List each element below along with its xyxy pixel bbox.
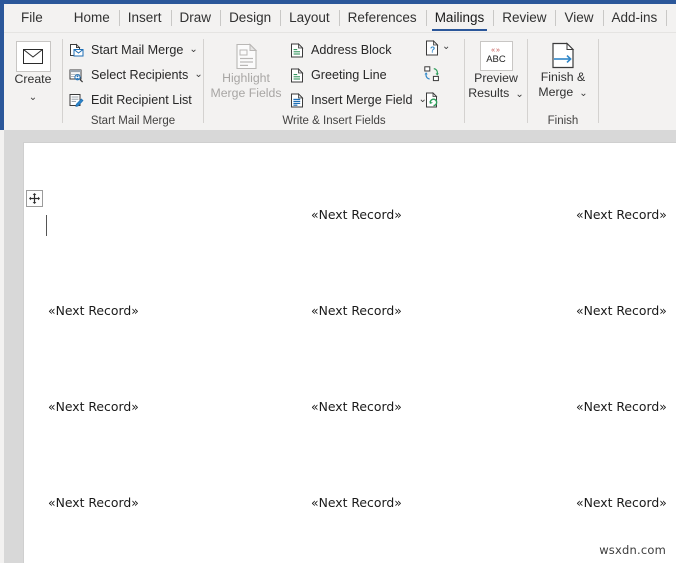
ribbon-tab-label: Insert	[127, 10, 162, 25]
merge-field-next-record[interactable]: «Next Record»	[48, 399, 139, 415]
ribbon-group-finish: Finish & Merge ⌄ Finish	[528, 33, 598, 130]
select-recipients-label: Select Recipients	[91, 68, 189, 82]
ribbon-tab-label: Draw	[179, 10, 212, 25]
ribbon-tab-file[interactable]: File	[12, 5, 52, 31]
ribbon-group-start-mail-merge: Start Mail Merge ⌄ Select Recipients ⌄ E…	[63, 33, 203, 130]
match-fields-icon[interactable]	[423, 65, 441, 83]
merge-field-next-record[interactable]: «Next Record»	[311, 495, 402, 511]
highlight-merge-fields-label-2: Merge Fields	[210, 86, 282, 100]
ribbon-tab-help[interactable]: Help	[666, 5, 676, 31]
finish-and-merge-label-2-text: Merge	[538, 85, 574, 99]
text-cursor	[46, 215, 47, 236]
ribbon-tab-home[interactable]: Home	[65, 5, 119, 31]
create-button-label: Create	[14, 72, 52, 86]
ribbon-tab-label: Review	[502, 10, 547, 25]
insert-merge-field-button[interactable]: Insert Merge Field ⌄	[288, 89, 427, 111]
finish-and-merge-label-1: Finish &	[540, 70, 586, 84]
merge-field-next-record[interactable]: «Next Record»	[576, 207, 667, 223]
ribbon-tab-review[interactable]: Review	[493, 5, 555, 31]
edit-recipient-list-icon	[68, 92, 85, 109]
active-tab-underline	[431, 28, 488, 31]
ribbon-group-preview-results: «» ABC Preview Results ⌄	[465, 33, 527, 130]
edit-recipient-list-button[interactable]: Edit Recipient List	[68, 89, 192, 111]
ribbon-tab-strip: File Home Insert Draw Design Layout References…	[4, 4, 676, 32]
preview-results-label-1: Preview	[474, 71, 518, 85]
group-label-write-insert-fields: Write & Insert Fields	[282, 115, 386, 127]
group-separator-5	[598, 39, 599, 123]
highlight-merge-fields-button[interactable]: Highlight Merge Fields	[210, 41, 282, 101]
svg-text:?: ?	[430, 45, 435, 55]
preview-results-abc-icon: «» ABC	[479, 41, 513, 71]
address-block-icon	[288, 42, 305, 59]
ribbon-tab-label: Add-ins	[611, 10, 658, 25]
highlight-merge-fields-label-1: Highlight	[222, 71, 270, 85]
merge-field-next-record[interactable]: «Next Record»	[311, 399, 402, 415]
merge-field-next-record[interactable]: «Next Record»	[311, 207, 402, 223]
address-block-button[interactable]: Address Block	[288, 39, 392, 61]
table-move-handle-icon[interactable]	[26, 190, 43, 207]
merge-field-next-record[interactable]: «Next Record»	[576, 303, 667, 319]
ribbon-group-write-insert-fields: Highlight Merge Fields Address Block Gre…	[204, 33, 464, 130]
merge-field-next-record[interactable]: «Next Record»	[576, 399, 667, 415]
chevron-down-icon[interactable]: ⌄	[29, 93, 37, 103]
ribbon-tab-view[interactable]: View	[555, 5, 602, 31]
greeting-line-button[interactable]: Greeting Line	[288, 64, 387, 86]
finish-and-merge-button[interactable]: Finish & Merge ⌄	[534, 41, 592, 100]
ribbon-group-create: Create ⌄	[4, 33, 62, 130]
envelope-icon	[15, 41, 51, 72]
edit-recipient-list-label: Edit Recipient List	[91, 93, 192, 107]
insert-merge-field-icon	[288, 92, 305, 109]
group-label-start-mail-merge: Start Mail Merge	[90, 115, 176, 127]
chevron-down-icon[interactable]: ⌄	[579, 89, 587, 99]
merge-field-next-record[interactable]: «Next Record»	[311, 303, 402, 319]
start-mail-merge-label: Start Mail Merge	[91, 43, 184, 57]
ribbon-tab-mailings[interactable]: Mailings	[425, 5, 494, 31]
select-recipients-button[interactable]: Select Recipients ⌄	[68, 64, 203, 86]
chevron-down-icon[interactable]: ⌄	[442, 42, 450, 52]
ribbon-tab-label: Mailings	[434, 10, 485, 25]
document-canvas: wsxdn.com «Next Record» «Next Record» «Nex…	[4, 130, 676, 563]
greeting-line-icon	[288, 67, 305, 84]
ribbon-tab-design[interactable]: Design	[220, 5, 280, 31]
create-button[interactable]: Create ⌄	[4, 41, 62, 105]
ribbon-tab-label: View	[564, 10, 594, 25]
group-label-finish: Finish	[547, 115, 579, 127]
ribbon: Create ⌄ Start Mail Merge ⌄ Select Recip…	[4, 32, 676, 131]
preview-results-label-2: Results ⌄	[467, 86, 525, 101]
chevron-down-icon[interactable]: ⌄	[189, 45, 197, 55]
address-block-label: Address Block	[311, 43, 392, 57]
ribbon-tab-insert[interactable]: Insert	[118, 5, 171, 31]
document-page[interactable]: wsxdn.com «Next Record» «Next Record» «Nex…	[23, 142, 676, 563]
ribbon-tab-label: Home	[73, 10, 110, 25]
ribbon-tab-layout[interactable]: Layout	[280, 5, 339, 31]
watermark-text: wsxdn.com	[599, 543, 666, 557]
preview-results-button[interactable]: «» ABC Preview Results ⌄	[467, 41, 525, 101]
word-window: File Home Insert Draw Design Layout References…	[0, 0, 676, 563]
greeting-line-label: Greeting Line	[311, 68, 387, 82]
ribbon-tab-label: Layout	[289, 10, 330, 25]
ribbon-tab-draw[interactable]: Draw	[170, 5, 221, 31]
update-labels-icon[interactable]	[423, 91, 441, 109]
select-recipients-icon	[68, 67, 85, 84]
chevron-down-icon[interactable]: ⌄	[515, 90, 523, 100]
chevron-down-icon[interactable]: ⌄	[194, 70, 202, 80]
insert-merge-field-label: Insert Merge Field	[311, 93, 413, 107]
start-mail-merge-icon	[68, 42, 85, 59]
highlight-merge-fields-icon	[229, 41, 263, 71]
ribbon-tab-add-ins[interactable]: Add-ins	[602, 5, 667, 31]
ribbon-tab-label: Design	[229, 10, 272, 25]
finish-and-merge-icon	[546, 41, 580, 70]
merge-field-next-record[interactable]: «Next Record»	[48, 495, 139, 511]
preview-results-label-2-text: Results	[468, 86, 510, 100]
finish-and-merge-label-2: Merge ⌄	[534, 85, 592, 100]
ribbon-tab-references[interactable]: References	[338, 5, 426, 31]
ribbon-tab-label: References	[347, 10, 417, 25]
merge-field-next-record[interactable]: «Next Record»	[48, 303, 139, 319]
ribbon-tab-label: File	[21, 10, 43, 25]
merge-field-next-record[interactable]: «Next Record»	[576, 495, 667, 511]
rules-icon[interactable]: ?	[423, 39, 441, 57]
start-mail-merge-button[interactable]: Start Mail Merge ⌄	[68, 39, 198, 61]
